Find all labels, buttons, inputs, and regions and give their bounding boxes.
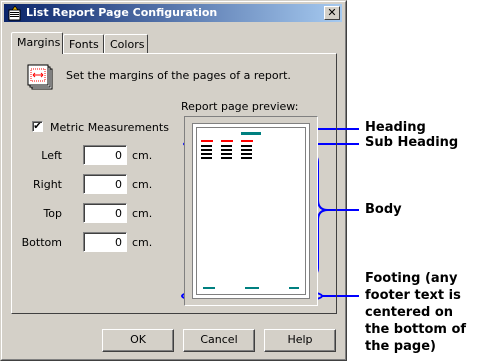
tab-colors-label: Colors <box>110 38 145 51</box>
body-callout: Body <box>365 202 402 217</box>
left-label: Left <box>41 149 62 162</box>
preview-footer-left <box>203 287 215 289</box>
tab-fonts-label: Fonts <box>69 38 99 51</box>
preview-heading <box>241 132 261 135</box>
footing-line-3: centered on <box>365 305 454 320</box>
preview-body-rows <box>201 145 252 159</box>
top-margin-input[interactable]: 0 <box>83 203 127 223</box>
footing-line-5: the page) <box>365 339 436 354</box>
page-preview <box>184 116 318 306</box>
preview-page <box>192 123 310 299</box>
preview-subheading-3 <box>241 140 253 142</box>
right-unit: cm. <box>132 178 153 191</box>
check-icon: ✔ <box>33 121 42 132</box>
preview-footer-right <box>289 287 299 289</box>
footing-line-2: footer text is <box>365 288 461 303</box>
tab-colors[interactable]: Colors <box>104 34 148 53</box>
margins-tab-panel: Set the margins of the pages of a report… <box>11 53 337 314</box>
top-label: Top <box>43 207 62 220</box>
footing-line-4: the bottom of <box>365 322 467 337</box>
subheading-callout: Sub Heading <box>365 135 459 150</box>
pages-icon <box>27 64 53 90</box>
tab-margins[interactable]: Margins <box>11 32 63 54</box>
preview-label: Report page preview: <box>181 100 299 113</box>
top-unit: cm. <box>132 207 153 220</box>
preview-subheading-2 <box>221 140 233 142</box>
left-margin-input[interactable]: 0 <box>83 145 127 165</box>
bottom-label: Bottom <box>21 236 62 249</box>
right-label: Right <box>33 178 62 191</box>
right-margin-input[interactable]: 0 <box>83 174 127 194</box>
heading-callout: Heading <box>365 120 426 135</box>
bottom-margin-input[interactable]: 0 <box>83 232 127 252</box>
metric-checkbox[interactable]: ✔ <box>32 121 43 132</box>
preview-margin-box <box>196 127 306 295</box>
tab-fonts[interactable]: Fonts <box>63 34 104 53</box>
metric-label[interactable]: Metric Measurements <box>50 121 169 134</box>
preview-sketch <box>201 132 299 289</box>
margins-description: Set the margins of the pages of a report… <box>66 69 291 82</box>
footing-line-1: Footing (any <box>365 271 458 286</box>
preview-footer-center <box>245 287 259 289</box>
bottom-unit: cm. <box>132 236 153 249</box>
left-unit: cm. <box>132 149 153 162</box>
report-config-dialog: List Report Page Configuration ✕ Margins… <box>0 0 347 361</box>
footing-callout: Footing (any footer text is centered on … <box>365 270 466 355</box>
tab-margins-label: Margins <box>17 36 61 49</box>
preview-subheading-1 <box>201 140 213 142</box>
